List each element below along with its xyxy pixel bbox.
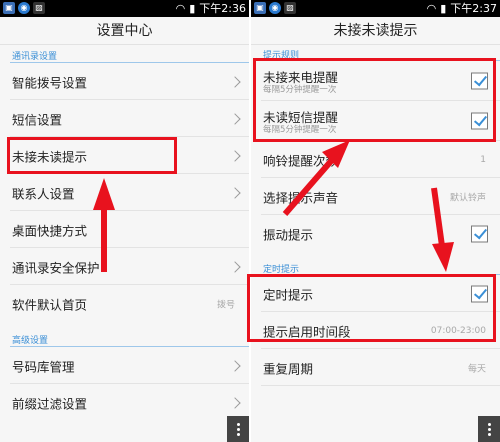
settings-item-default-home[interactable]: 软件默认首页 拨号 xyxy=(0,285,249,322)
chevron-right-icon xyxy=(229,396,241,409)
ring-count-value: 1 xyxy=(480,154,486,165)
chevron-right-icon xyxy=(229,186,241,199)
chevron-right-icon xyxy=(229,149,241,162)
settings-item-number-library[interactable]: 号码库管理 xyxy=(0,347,249,384)
alert-sound-value: 默认铃声 xyxy=(449,193,486,203)
wifi-icon: ◠ xyxy=(175,2,186,15)
battery-icon: ▮ xyxy=(440,2,447,15)
app-icon: ◉ xyxy=(269,2,281,14)
chevron-right-icon xyxy=(229,75,241,88)
chevron-right-icon xyxy=(229,260,241,273)
overflow-menu-button[interactable] xyxy=(478,416,500,442)
alert-sound-item[interactable]: 选择提示声音 默认铃声 xyxy=(251,178,500,215)
settings-item-desktop-shortcut[interactable]: 桌面快捷方式 xyxy=(0,211,249,248)
settings-item-label: 智能拨号设置 xyxy=(12,75,88,90)
settings-item-label: 号码库管理 xyxy=(12,359,75,374)
settings-item-label: 短信设置 xyxy=(12,112,63,127)
notification-icon: ▣ xyxy=(254,2,266,14)
status-bar: ▣ ◉ ▨ ◠ ▮ 下午2:36 xyxy=(0,0,249,17)
settings-item-prefix-filter[interactable]: 前缀过滤设置 xyxy=(0,384,249,421)
vibrate-item[interactable]: 振动提示 xyxy=(251,215,500,252)
battery-icon: ▮ xyxy=(189,2,196,15)
settings-item-security[interactable]: 通讯录安全保护 xyxy=(0,248,249,285)
page-title: 未接未读提示 xyxy=(251,17,500,45)
section-header-advanced: 高级设置 xyxy=(12,336,49,346)
image-icon: ▨ xyxy=(284,2,296,14)
status-time: 下午2:36 xyxy=(199,2,246,15)
repeat-cycle-item[interactable]: 重复周期 每天 xyxy=(251,349,500,386)
image-icon: ▨ xyxy=(33,2,45,14)
notification-icon: ▣ xyxy=(3,2,15,14)
repeat-cycle-value: 每天 xyxy=(467,364,486,374)
repeat-cycle-label: 重复周期 xyxy=(263,361,314,376)
status-bar: ▣ ◉ ▨ ◠ ▮ 下午2:37 xyxy=(251,0,500,17)
highlight-box-reminders xyxy=(253,58,496,142)
highlight-box-missed-unread xyxy=(7,137,177,174)
app-icon: ◉ xyxy=(18,2,30,14)
settings-item-label: 软件默认首页 xyxy=(12,297,88,312)
settings-item-smart-dial[interactable]: 智能拨号设置 xyxy=(0,63,249,100)
settings-item-label: 前缀过滤设置 xyxy=(12,396,88,411)
highlight-box-timed xyxy=(247,274,496,342)
chevron-right-icon xyxy=(229,112,241,125)
chevron-right-icon xyxy=(229,359,241,372)
settings-item-sms[interactable]: 短信设置 xyxy=(0,100,249,137)
alert-sound-label: 选择提示声音 xyxy=(263,190,339,205)
wifi-icon: ◠ xyxy=(426,2,437,15)
section-header-contacts: 通讯录设置 xyxy=(12,52,58,62)
vibrate-checkbox[interactable] xyxy=(471,225,488,242)
settings-item-label: 桌面快捷方式 xyxy=(12,223,88,238)
settings-item-contacts[interactable]: 联系人设置 xyxy=(0,174,249,211)
vibrate-label: 振动提示 xyxy=(263,227,314,242)
settings-item-label: 联系人设置 xyxy=(12,186,75,201)
settings-item-value: 拨号 xyxy=(216,300,235,310)
settings-center-screen: ▣ ◉ ▨ ◠ ▮ 下午2:36 设置中心 通讯录设置 智能拨号设置 短信设置 … xyxy=(0,0,249,442)
status-time: 下午2:37 xyxy=(450,2,497,15)
ring-count-item[interactable]: 响铃提醒次数 1 xyxy=(251,141,500,178)
ring-count-label: 响铃提醒次数 xyxy=(263,153,339,168)
overflow-menu-button[interactable] xyxy=(227,416,249,442)
settings-item-label: 通讯录安全保护 xyxy=(12,260,100,275)
page-title: 设置中心 xyxy=(0,17,249,45)
